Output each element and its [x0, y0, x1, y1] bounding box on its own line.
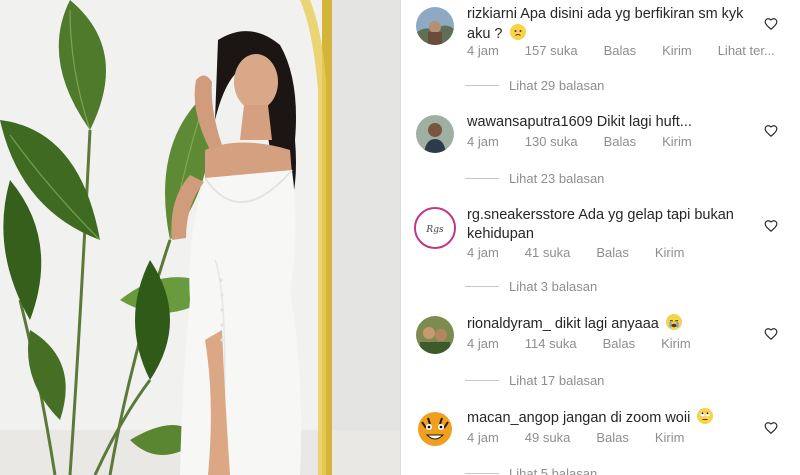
send-button[interactable]: Kirim	[655, 430, 685, 445]
avatar[interactable]	[416, 316, 454, 354]
send-button[interactable]: Kirim	[662, 134, 692, 149]
post-photo	[0, 0, 400, 475]
comments-panel: rizkiarni Apa disini ada yg berfikiran s…	[401, 0, 800, 475]
comment-body: dikit lagi anyaaa	[554, 316, 659, 332]
avatar[interactable]	[416, 115, 454, 153]
comment-likes[interactable]: 49 suka	[525, 430, 571, 445]
view-replies-label: Lihat 23 balasan	[509, 171, 605, 186]
send-button[interactable]: Kirim	[662, 43, 692, 58]
comment-likes[interactable]: 114 suka	[525, 336, 577, 351]
avatar[interactable]	[416, 7, 454, 45]
post-photo-illustration	[0, 0, 400, 475]
view-replies-button[interactable]: Lihat 29 balasan	[465, 78, 604, 93]
comment-likes[interactable]: 130 suka	[525, 134, 578, 149]
svg-text:Rgs: Rgs	[425, 225, 444, 235]
replies-line	[465, 85, 499, 86]
heart-outline-icon[interactable]	[764, 327, 778, 341]
send-button[interactable]: Kirim	[661, 336, 691, 351]
comment-meta: 4 jam 130 suka Balas Kirim	[467, 134, 718, 149]
send-button[interactable]: Kirim	[655, 245, 685, 260]
comment-meta: 4 jam 114 suka Balas Kirim	[467, 336, 717, 351]
reply-button[interactable]: Balas	[604, 134, 637, 149]
comment-time: 4 jam	[467, 245, 499, 260]
comment-meta: 4 jam 157 suka Balas Kirim Lihat ter...	[467, 43, 800, 58]
comment-username[interactable]: rizkiarni	[467, 6, 517, 22]
view-replies-button[interactable]: Lihat 5 balasan	[465, 466, 597, 475]
reply-button[interactable]: Balas	[604, 43, 637, 58]
eye-roll-face-icon	[697, 408, 714, 424]
comment-meta: 4 jam 49 suka Balas Kirim	[467, 430, 710, 445]
heart-outline-icon[interactable]	[764, 219, 778, 233]
view-replies-button[interactable]: Lihat 23 balasan	[465, 171, 604, 186]
reply-button[interactable]: Balas	[596, 430, 629, 445]
avatar[interactable]: Rgs	[414, 207, 456, 249]
comment-username[interactable]: rionaldyram_	[467, 316, 551, 332]
comment-likes[interactable]: 41 suka	[525, 245, 571, 260]
view-replies-label: Lihat 3 balasan	[509, 279, 598, 294]
comment-likes[interactable]: 157 suka	[525, 43, 578, 58]
comment-text: wawansaputra1609 Dikit lagi huft...	[467, 113, 757, 132]
crying-face-icon	[665, 314, 682, 330]
comment-time: 4 jam	[467, 134, 499, 149]
view-replies-label: Lihat 5 balasan	[509, 466, 598, 475]
view-replies-button[interactable]: Lihat 17 balasan	[465, 373, 604, 388]
comment-username[interactable]: wawansaputra1609	[467, 114, 593, 130]
heart-outline-icon[interactable]	[764, 421, 778, 435]
comment-body: jangan di zoom woii	[562, 410, 691, 426]
replies-line	[465, 286, 499, 287]
comment-time: 4 jam	[467, 336, 499, 351]
comment-time: 4 jam	[467, 430, 499, 445]
reply-button[interactable]: Balas	[596, 245, 629, 260]
view-replies-label: Lihat 29 balasan	[509, 78, 605, 93]
replies-line	[465, 473, 499, 474]
comment-body: Dikit lagi huft...	[596, 114, 692, 130]
replies-line	[465, 380, 499, 381]
comment-username[interactable]: macan_angop	[467, 410, 559, 426]
reply-button[interactable]: Balas	[603, 336, 636, 351]
comment-text: rg.sneakersstore Ada yg gelap tapi bukan…	[467, 206, 757, 244]
comment-text: macan_angop jangan di zoom woii	[467, 408, 757, 428]
comment-username[interactable]: rg.sneakersstore	[467, 207, 575, 223]
comment-text: rionaldyram_ dikit lagi anyaaa	[467, 314, 757, 334]
replies-line	[465, 178, 499, 179]
avatar[interactable]	[416, 410, 454, 448]
comment-time: 4 jam	[467, 43, 499, 58]
heart-outline-icon[interactable]	[764, 17, 778, 31]
view-replies-label: Lihat 17 balasan	[509, 373, 605, 388]
translate-button[interactable]: Lihat ter...	[718, 43, 775, 58]
comment-text: rizkiarni Apa disini ada yg berfikiran s…	[467, 5, 757, 44]
heart-outline-icon[interactable]	[764, 124, 778, 138]
comment-meta: 4 jam 41 suka Balas Kirim	[467, 245, 710, 260]
worried-face-icon	[509, 24, 526, 40]
view-replies-button[interactable]: Lihat 3 balasan	[465, 279, 597, 294]
